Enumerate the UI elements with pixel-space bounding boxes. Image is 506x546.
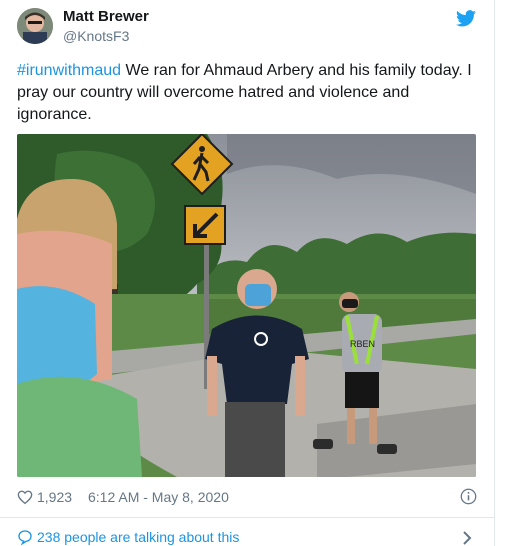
chevron-right-icon[interactable] — [462, 531, 472, 545]
card-border — [494, 0, 495, 546]
author-handle[interactable]: @KnotsF3 — [63, 27, 129, 45]
tweet-timestamp[interactable]: 6:12 AM - May 8, 2020 — [88, 487, 229, 507]
author-name[interactable]: Matt Brewer — [63, 8, 149, 26]
talking-label[interactable]: 238 people are talking about this — [37, 528, 239, 546]
shirt-text: RBEN — [350, 339, 375, 349]
avatar[interactable] — [17, 8, 53, 44]
twitter-bird-icon[interactable] — [456, 10, 476, 27]
heart-icon[interactable] — [17, 489, 33, 505]
tweet-text: #irunwithmaud We ran for Ahmaud Arbery a… — [17, 60, 485, 126]
like-count[interactable]: 1,923 — [37, 487, 72, 507]
tweet-card: Matt Brewer @KnotsF3 #irunwithmaud We ra… — [0, 0, 494, 546]
divider — [0, 517, 494, 518]
speech-bubble-icon — [18, 530, 32, 545]
info-icon[interactable] — [460, 488, 477, 505]
tweet-meta: 1,923 6:12 AM - May 8, 2020 — [17, 487, 477, 507]
hashtag-link[interactable]: #irunwithmaud — [17, 62, 121, 79]
tweet-photo[interactable]: RBEN — [17, 134, 476, 477]
